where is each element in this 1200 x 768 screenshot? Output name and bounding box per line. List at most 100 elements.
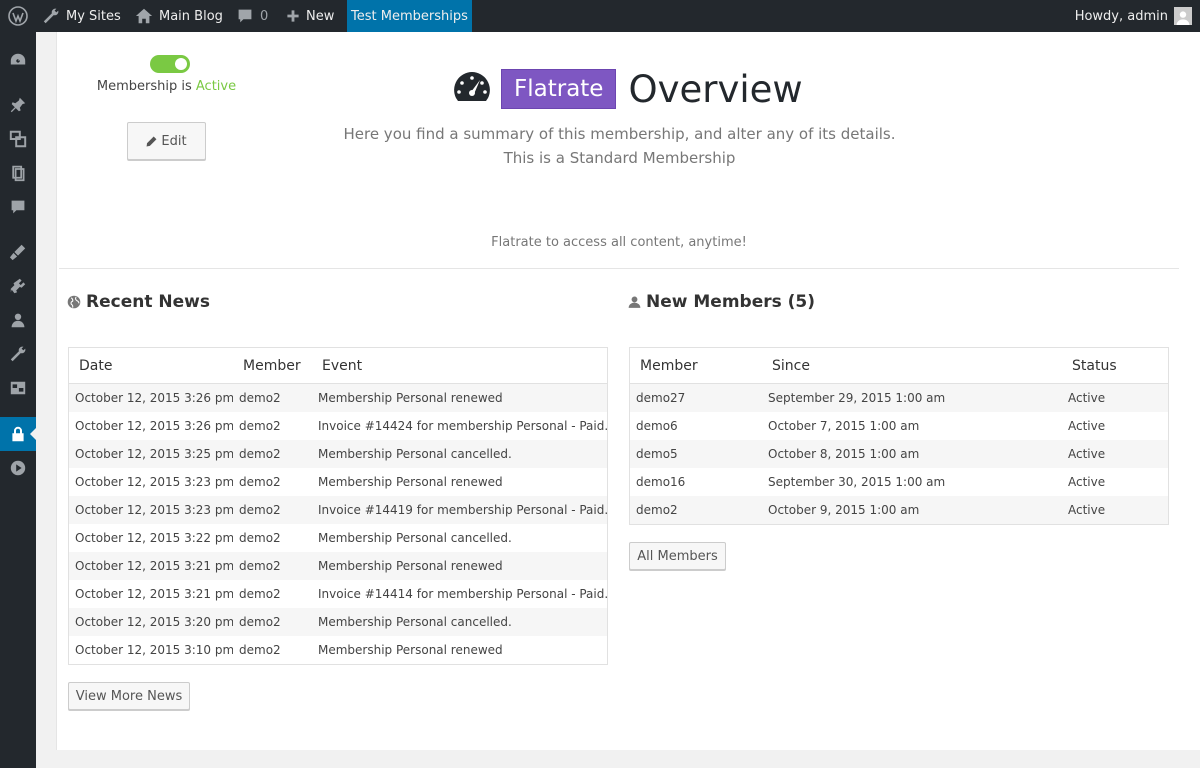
cell-since: October 9, 2015 1:00 am — [768, 503, 920, 517]
membership-active-toggle[interactable] — [150, 55, 190, 73]
cell-status: Active — [1068, 419, 1106, 433]
members-rows: demo27 September 29, 2015 1:00 am Active de… — [630, 384, 1168, 524]
sidebar-item-plugins[interactable] — [0, 269, 36, 303]
cell-member: demo2 — [239, 587, 281, 601]
cell-event: Membership Personal cancelled. — [318, 447, 512, 461]
howdy-label: Howdy, admin — [1074, 8, 1168, 24]
table-row: October 12, 2015 3:26 pm demo2 Membership … — [69, 384, 607, 412]
cell-status: Active — [1068, 447, 1106, 461]
avatar — [1174, 7, 1192, 25]
table-row: October 12, 2015 3:20 pm demo2 Membership … — [69, 608, 607, 636]
gauge-icon — [453, 71, 491, 107]
table-row: demo2 October 9, 2015 1:00 am Active — [630, 496, 1168, 524]
cell-member: demo2 — [239, 559, 281, 573]
recent-news-heading: Recent News — [67, 292, 210, 312]
sidebar-item-appearance[interactable] — [0, 235, 36, 269]
users-icon — [11, 313, 25, 328]
play-icon — [10, 460, 26, 476]
cell-member: demo2 — [239, 447, 281, 461]
sidebar-item-posts[interactable] — [0, 88, 36, 122]
page-title: Flatrate Overview — [453, 66, 803, 112]
table-row: October 12, 2015 3:23 pm demo2 Invoice #14… — [69, 496, 607, 524]
edit-label: Edit — [161, 133, 187, 149]
membership-status: Membership is Active — [57, 79, 276, 94]
sidebar-item-media[interactable] — [0, 122, 36, 156]
new-members-heading: New Members (5) — [628, 292, 815, 312]
table-row: October 12, 2015 3:25 pm demo2 Membership … — [69, 440, 607, 468]
all-members-button[interactable]: All Members — [629, 542, 726, 570]
sidebar-item-media-player[interactable] — [0, 451, 36, 485]
plus-icon — [287, 10, 299, 22]
cell-since: October 8, 2015 1:00 am — [768, 447, 920, 461]
comments-count: 0 — [260, 8, 269, 24]
cell-event: Membership Personal renewed — [318, 475, 503, 489]
main-blog-label: Main Blog — [159, 8, 223, 24]
subtitle-summary: Here you find a summary of this membersh… — [343, 125, 896, 143]
membership-overview-panel: Membership is Active Edit Flatrate Overv… — [56, 32, 1200, 750]
cell-event: Invoice #14424 for membership Personal -… — [318, 419, 607, 433]
sidebar-item-dashboard[interactable] — [0, 43, 36, 77]
membership-badge: Flatrate — [501, 69, 617, 109]
divider — [59, 268, 1179, 269]
table-header: Member Since Status — [630, 348, 1168, 384]
main-blog-menu[interactable]: Main Blog — [135, 0, 223, 32]
sidebar-item-memberships[interactable] — [0, 417, 36, 451]
cell-date: October 12, 2015 3:26 pm — [75, 419, 233, 433]
cell-member: demo2 — [239, 615, 281, 629]
column-event: Event — [322, 357, 363, 374]
new-content-menu[interactable]: New — [286, 0, 334, 32]
lock-icon — [12, 426, 24, 442]
sidebar-item-settings[interactable] — [0, 371, 36, 405]
page-title-text: Overview — [628, 67, 803, 111]
sidebar-item-tools[interactable] — [0, 337, 36, 371]
sidebar-item-users[interactable] — [0, 303, 36, 337]
cell-date: October 12, 2015 3:21 pm — [75, 587, 233, 601]
account-menu[interactable]: Howdy, admin — [1075, 0, 1192, 32]
table-row: demo27 September 29, 2015 1:00 am Active — [630, 384, 1168, 412]
table-row: demo6 October 7, 2015 1:00 am Active — [630, 412, 1168, 440]
plugins-icon — [10, 278, 26, 294]
recent-news-title: Recent News — [86, 292, 210, 312]
wrench-icon — [43, 8, 59, 24]
comments-icon — [11, 200, 25, 214]
cell-member: demo27 — [636, 391, 686, 405]
cell-member: demo2 — [239, 475, 281, 489]
site-name-menu[interactable]: Test Memberships — [347, 0, 472, 32]
cell-event: Invoice #14414 for membership Personal -… — [318, 587, 607, 601]
my-sites-menu[interactable]: My Sites — [42, 0, 121, 32]
comments-menu[interactable]: 0 — [237, 0, 268, 32]
status-state: Active — [195, 79, 237, 94]
table-row: demo16 September 30, 2015 1:00 am Active — [630, 468, 1168, 496]
cell-member: demo2 — [239, 503, 281, 517]
appearance-icon — [9, 244, 26, 261]
user-icon — [628, 296, 641, 308]
cell-event: Membership Personal renewed — [318, 643, 503, 657]
cell-date: October 12, 2015 3:25 pm — [75, 447, 233, 461]
cell-date: October 12, 2015 3:22 pm — [75, 531, 233, 545]
cell-member: demo2 — [239, 531, 281, 545]
cell-event: Membership Personal renewed — [318, 559, 503, 573]
admin-sidebar — [0, 32, 36, 768]
cell-status: Active — [1068, 475, 1106, 489]
admin-bar: My Sites Main Blog 0 New Test Membership… — [0, 0, 1200, 32]
sidebar-item-pages[interactable] — [0, 156, 36, 190]
tools-icon — [10, 346, 26, 362]
table-row: October 12, 2015 3:22 pm demo2 Membership … — [69, 524, 607, 552]
new-label: New — [306, 8, 335, 24]
sidebar-item-comments[interactable] — [0, 190, 36, 224]
edit-button[interactable]: Edit — [127, 122, 206, 160]
view-more-news-button[interactable]: View More News — [68, 682, 190, 710]
pin-icon — [10, 97, 26, 113]
table-header: Date Member Event — [69, 348, 607, 384]
table-row: October 12, 2015 3:26 pm demo2 Invoice #14… — [69, 412, 607, 440]
cell-status: Active — [1068, 503, 1106, 517]
cell-member: demo16 — [636, 475, 686, 489]
wordpress-logo-button[interactable] — [8, 0, 28, 32]
cell-since: October 7, 2015 1:00 am — [768, 419, 920, 433]
cell-since: September 29, 2015 1:00 am — [768, 391, 946, 405]
cell-date: October 12, 2015 3:26 pm — [75, 391, 233, 405]
subtitle-type: This is a Standard Membership — [503, 149, 736, 167]
new-members-table: Member Since Status demo27 September 29, … — [629, 347, 1169, 525]
home-icon — [135, 8, 153, 24]
cell-since: September 30, 2015 1:00 am — [768, 475, 946, 489]
